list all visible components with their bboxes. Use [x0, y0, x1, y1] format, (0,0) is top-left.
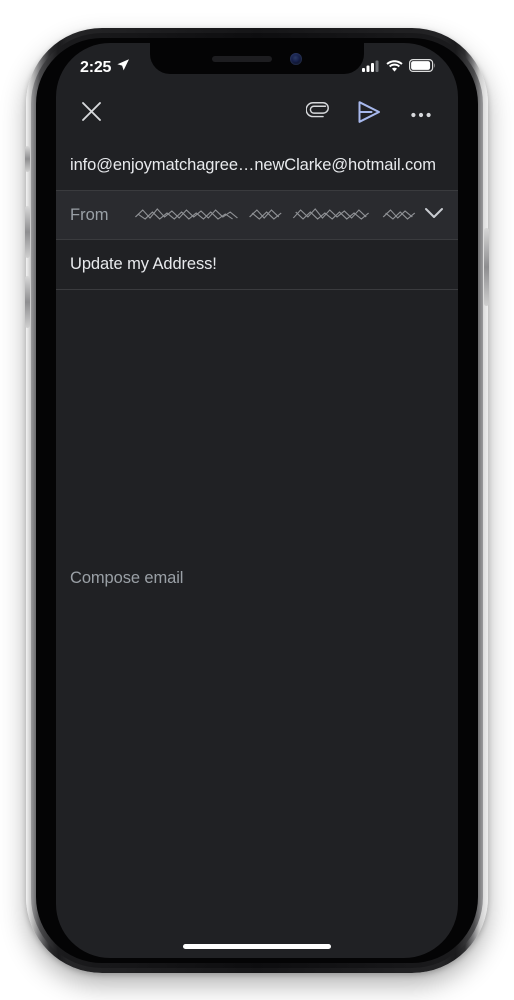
paperclip-icon	[304, 100, 329, 128]
subject-value: Update my Address!	[70, 255, 217, 273]
status-bar: 2:25	[56, 43, 458, 87]
status-bar-right	[362, 58, 436, 77]
recipient-to-field[interactable]: info@enjoymatchagree…newClarke@hotmail.c…	[56, 141, 458, 191]
overflow-menu-icon	[411, 105, 431, 123]
attach-file-button[interactable]	[296, 93, 338, 135]
send-icon	[356, 100, 382, 129]
close-compose-button[interactable]	[70, 93, 112, 135]
compose-form: info@enjoymatchagree…newClarke@hotmail.c…	[56, 141, 458, 958]
wifi-icon	[386, 59, 403, 77]
chevron-down-icon	[424, 206, 444, 224]
phone-device: 2:25 info@enjoymatchagree…newClarke@hotm…	[25, 28, 489, 973]
home-indicator[interactable]	[183, 944, 331, 949]
send-email-button[interactable]	[348, 93, 390, 135]
volume-up-button[interactable]	[25, 206, 30, 258]
more-options-button[interactable]	[400, 93, 442, 135]
recipient-to-value: info@enjoymatchagree…newClarke@hotmail.c…	[70, 156, 436, 174]
status-bar-clock: 2:25	[80, 58, 112, 76]
subject-field[interactable]: Update my Address!	[56, 240, 458, 290]
from-label: From	[70, 205, 109, 224]
email-body-field[interactable]: Compose email	[56, 290, 458, 850]
status-bar-left: 2:25	[80, 58, 130, 77]
sender-from-field[interactable]: From	[56, 191, 458, 240]
location-arrow-icon	[116, 58, 130, 77]
power-button[interactable]	[484, 228, 489, 306]
compose-toolbar	[56, 87, 458, 141]
toolbar-actions	[296, 93, 442, 135]
mute-switch-button[interactable]	[25, 146, 30, 172]
email-body-placeholder: Compose email	[70, 568, 184, 587]
from-address-redacted	[133, 205, 425, 225]
volume-down-button[interactable]	[25, 276, 30, 328]
close-icon	[81, 101, 102, 127]
phone-screen: 2:25 info@enjoymatchagree…newClarke@hotm…	[56, 43, 458, 958]
from-expand-button[interactable]	[424, 206, 444, 224]
signal-bars-icon	[362, 59, 380, 77]
battery-icon	[409, 58, 436, 77]
